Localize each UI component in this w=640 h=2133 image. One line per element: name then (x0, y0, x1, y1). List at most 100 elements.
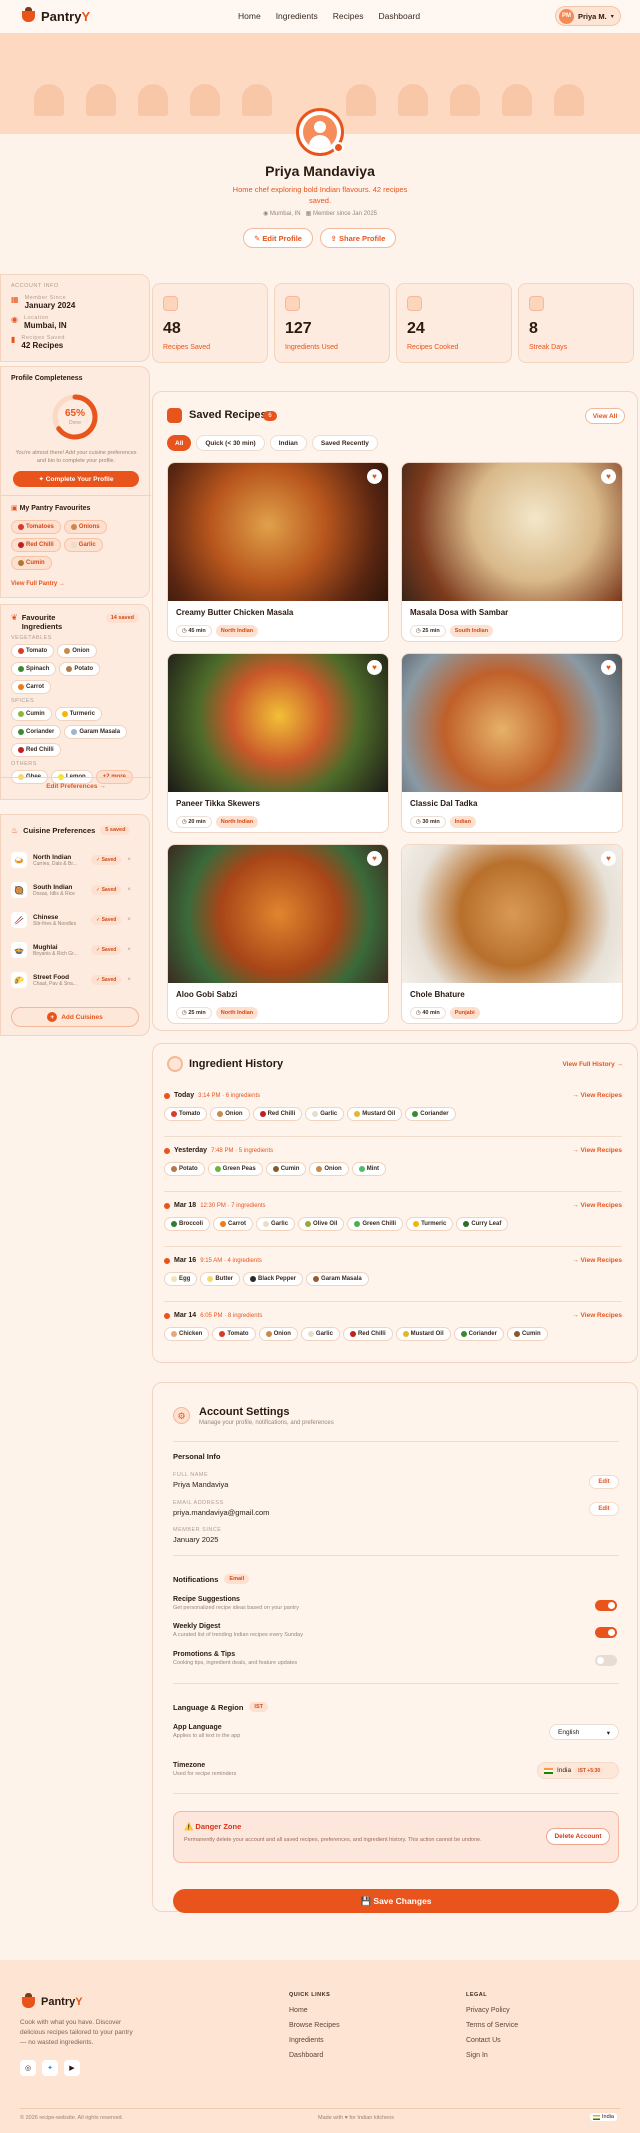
weekly-digest-toggle[interactable] (595, 1627, 617, 1638)
save-changes-button[interactable]: 💾 Save Changes (173, 1889, 619, 1913)
view-recipes-link[interactable]: → View Recipes (572, 1312, 622, 1319)
recipe-image (168, 654, 388, 792)
view-all-button[interactable]: View All (585, 408, 625, 424)
cuisine-item[interactable]: 🍲 Mughlai Biryanis & Rich Gr... ✓ Saved × (11, 935, 139, 965)
pantry-icon: ▣ (11, 505, 20, 512)
remove-icon[interactable]: × (127, 977, 131, 983)
footer-link-contact[interactable]: Contact Us (466, 2037, 518, 2044)
timezone-select[interactable]: India IST +5:30 (537, 1762, 619, 1779)
filter-indian[interactable]: Indian (269, 435, 307, 451)
pantry-tag[interactable]: Red Chilli (11, 538, 61, 552)
recipe-card[interactable]: ♥ Creamy Butter Chicken Masala ◷ 45 min Nor… (167, 462, 389, 642)
ingredient-tag[interactable]: Coriander (11, 725, 62, 739)
cuisine-badge: North Indian (215, 625, 259, 637)
recipe-card[interactable]: ♥ Paneer Tikka Skewers ◷ 20 min North India… (167, 653, 389, 833)
cuisine-item[interactable]: 🥘 South Indian Dosas, Idlis & Rice ✓ Saved × (11, 875, 139, 905)
cuisine-item[interactable]: 🥢 Chinese Stir-fries & Noodles ✓ Saved × (11, 905, 139, 935)
recipe-suggestions-toggle[interactable] (595, 1600, 617, 1611)
nav-link-dashboard[interactable]: Dashboard (378, 11, 420, 21)
profile-avatar[interactable] (296, 108, 344, 156)
saved-badge: ✓ Saved (91, 885, 122, 895)
recipe-card[interactable]: ♥ Aloo Gobi Sabzi ◷ 25 min North Indian (167, 844, 389, 1024)
cuisine-item[interactable]: 🌮 Street Food Chaat, Pav & Sna... ✓ Saved × (11, 965, 139, 995)
ingredient-tag[interactable]: Cumin (11, 707, 52, 721)
complete-profile-button[interactable]: ✦ Complete Your Profile (13, 471, 139, 487)
cuisine-icon: 🍲 (11, 942, 27, 958)
footer-link-ingredients[interactable]: Ingredients (289, 2037, 340, 2044)
nav-link-recipes[interactable]: Recipes (333, 11, 364, 21)
profile-bio: Home chef exploring bold Indian flavours… (232, 185, 408, 205)
youtube-icon[interactable]: ▶ (64, 2060, 80, 2076)
promotions-toggle[interactable] (595, 1655, 617, 1666)
history-entry: Yesterday 7:48 PM · 5 ingredients → View R… (164, 1147, 622, 1180)
recipe-image (168, 845, 388, 983)
heart-icon[interactable]: ♥ (601, 469, 616, 484)
user-menu[interactable]: PM Priya M. ▾ (555, 6, 621, 26)
recipe-image (402, 654, 622, 792)
ingredient-tag: Chicken (164, 1327, 210, 1341)
footer-link-home[interactable]: Home (289, 2007, 340, 2014)
heart-icon[interactable]: ♥ (601, 660, 616, 675)
filter-quick[interactable]: Quick (< 30 min) (196, 435, 265, 451)
recipe-title: Classic Dal Tadka (410, 799, 478, 808)
ingredient-tag: Broccoli (164, 1217, 211, 1231)
edit-profile-button[interactable]: ✎ Edit Profile (243, 228, 313, 248)
edit-avatar-icon[interactable] (333, 142, 344, 153)
recipe-card[interactable]: ♥ Masala Dosa with Sambar ◷ 25 min South In… (401, 462, 623, 642)
recipe-card[interactable]: ♥ Chole Bhature ◷ 40 min Punjabi (401, 844, 623, 1024)
remove-icon[interactable]: × (127, 857, 131, 863)
edit-email-button[interactable]: Edit (589, 1502, 619, 1516)
pantry-tag[interactable]: Onions (63, 520, 107, 534)
view-recipes-link[interactable]: → View Recipes (572, 1202, 622, 1209)
ingredient-tag[interactable]: Tomato (11, 644, 55, 658)
cuisine-item[interactable]: 🍛 North Indian Curries, Dals & Br... ✓ Save… (11, 845, 139, 875)
footer-link-browse[interactable]: Browse Recipes (289, 2022, 340, 2029)
add-cuisines-button[interactable]: + Add Cuisines (11, 1007, 139, 1027)
footer-link-terms[interactable]: Terms of Service (466, 2022, 518, 2029)
view-full-history-link[interactable]: View Full History → (562, 1061, 623, 1068)
pantry-tag[interactable]: Tomatoes (11, 520, 61, 534)
remove-icon[interactable]: × (127, 887, 131, 893)
footer-link-privacy[interactable]: Privacy Policy (466, 2007, 518, 2014)
view-recipes-link[interactable]: → View Recipes (572, 1257, 622, 1264)
cuisine-badge: North Indian (215, 816, 259, 828)
nav-link-home[interactable]: Home (238, 11, 261, 21)
share-profile-button[interactable]: ⇪ Share Profile (320, 228, 396, 248)
delete-account-button[interactable]: Delete Account (546, 1828, 610, 1845)
pantry-tag[interactable]: Garlic (63, 538, 103, 552)
ingredient-tag[interactable]: Red Chilli (11, 743, 61, 757)
twitter-icon[interactable]: ✦ (42, 2060, 58, 2076)
filter-saved-recently[interactable]: Saved Recently (311, 435, 378, 451)
heart-icon[interactable]: ♥ (367, 469, 382, 484)
instagram-icon[interactable]: ◎ (20, 2060, 36, 2076)
ingredient-tag[interactable]: Turmeric (54, 707, 102, 721)
view-recipes-link[interactable]: → View Recipes (572, 1092, 622, 1099)
ingredient-tag: Turmeric (406, 1217, 454, 1231)
ingredient-tag: Egg (164, 1272, 198, 1286)
ingredient-tag[interactable]: Potato (59, 662, 101, 676)
ingredient-tag[interactable]: Garam Masala (64, 725, 128, 739)
ingredient-tag[interactable]: Spinach (11, 662, 57, 676)
nav-link-ingredients[interactable]: Ingredients (276, 11, 318, 21)
heart-icon[interactable]: ♥ (367, 851, 382, 866)
filter-all[interactable]: All (167, 435, 192, 451)
brand-logo[interactable]: Pantry Y (22, 7, 90, 24)
cuisine-icon: 🥘 (11, 882, 27, 898)
remove-icon[interactable]: × (127, 947, 131, 953)
share-icon: ⇪ (330, 233, 340, 243)
view-recipes-link[interactable]: → View Recipes (572, 1147, 622, 1154)
edit-preferences-link[interactable]: Edit Preferences → (1, 783, 151, 790)
view-full-pantry-link[interactable]: View Full Pantry → (11, 581, 65, 587)
heart-icon[interactable]: ♥ (367, 660, 382, 675)
remove-icon[interactable]: × (127, 917, 131, 923)
footer-link-dashboard[interactable]: Dashboard (289, 2052, 340, 2059)
ingredient-tag[interactable]: Carrot (11, 680, 52, 694)
cuisine-badge: Indian (449, 816, 476, 828)
app-language-select[interactable]: English ▾ (549, 1724, 619, 1740)
ingredient-tag[interactable]: Onion (57, 644, 97, 658)
footer-link-signin[interactable]: Sign In (466, 2052, 518, 2059)
pantry-tag[interactable]: Cumin (11, 556, 52, 570)
recipe-card[interactable]: ♥ Classic Dal Tadka ◷ 30 min Indian (401, 653, 623, 833)
edit-name-button[interactable]: Edit (589, 1475, 619, 1489)
heart-icon[interactable]: ♥ (601, 851, 616, 866)
